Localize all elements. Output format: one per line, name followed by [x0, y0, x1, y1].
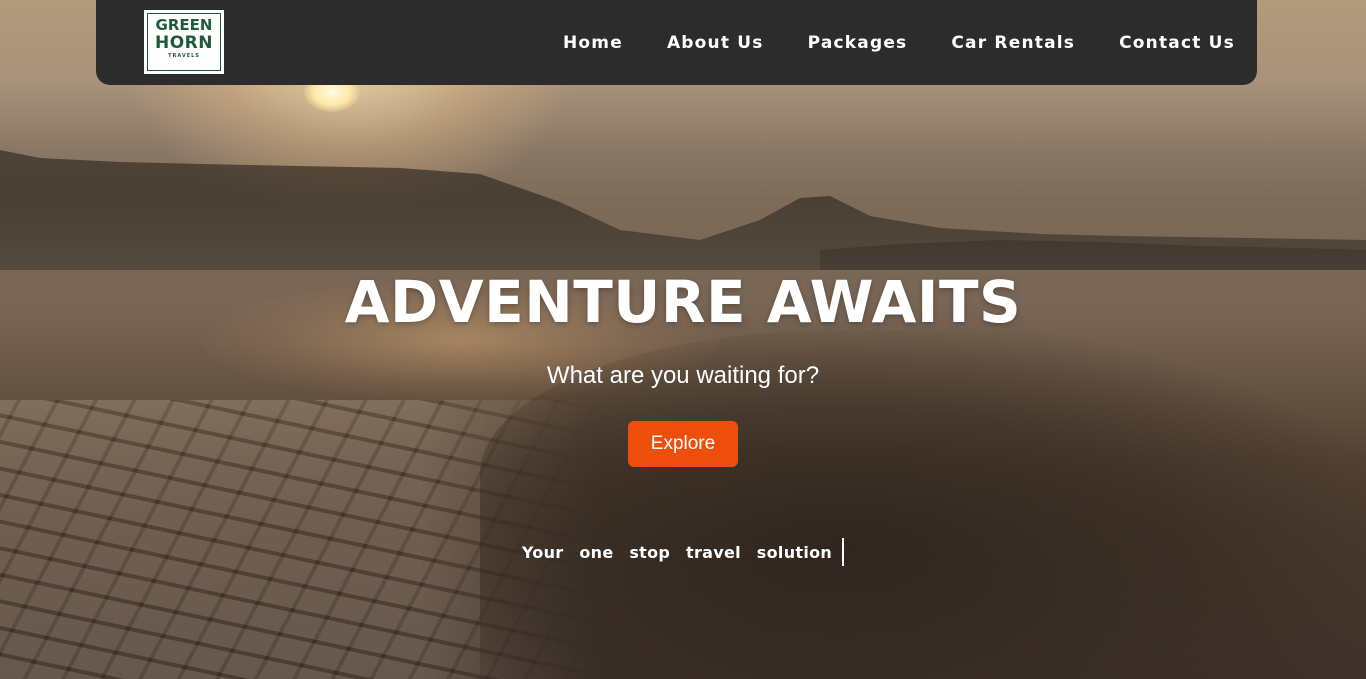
- hero-section: GREEN HORN TRAVELS Home About Us Package…: [0, 0, 1366, 679]
- logo-mark: GREEN HORN TRAVELS: [147, 13, 221, 71]
- hero-tagline: Your one stop travel solution: [521, 542, 833, 562]
- nav-links: Home About Us Packages Car Rentals Conta…: [519, 0, 1235, 85]
- logo-text-horn: HORN: [155, 33, 213, 53]
- nav-home[interactable]: Home: [563, 33, 623, 53]
- nav-car-rentals[interactable]: Car Rentals: [951, 33, 1075, 53]
- hero-headline: ADVENTURE AWAITS: [344, 268, 1022, 336]
- logo-text-green: GREEN: [155, 16, 213, 34]
- logo-text-travels: TRAVELS: [168, 53, 200, 59]
- nav-about-us[interactable]: About Us: [667, 33, 764, 53]
- explore-button[interactable]: Explore: [628, 421, 738, 467]
- tagline-row: Your one stop travel solution: [0, 538, 1366, 566]
- nav-contact-us[interactable]: Contact Us: [1119, 33, 1235, 53]
- navbar: GREEN HORN TRAVELS Home About Us Package…: [96, 0, 1257, 85]
- hero-subheadline: What are you waiting for?: [546, 362, 820, 389]
- nav-packages[interactable]: Packages: [808, 33, 908, 53]
- typing-cursor: [842, 538, 845, 566]
- green-horn-logo[interactable]: GREEN HORN TRAVELS: [144, 10, 224, 74]
